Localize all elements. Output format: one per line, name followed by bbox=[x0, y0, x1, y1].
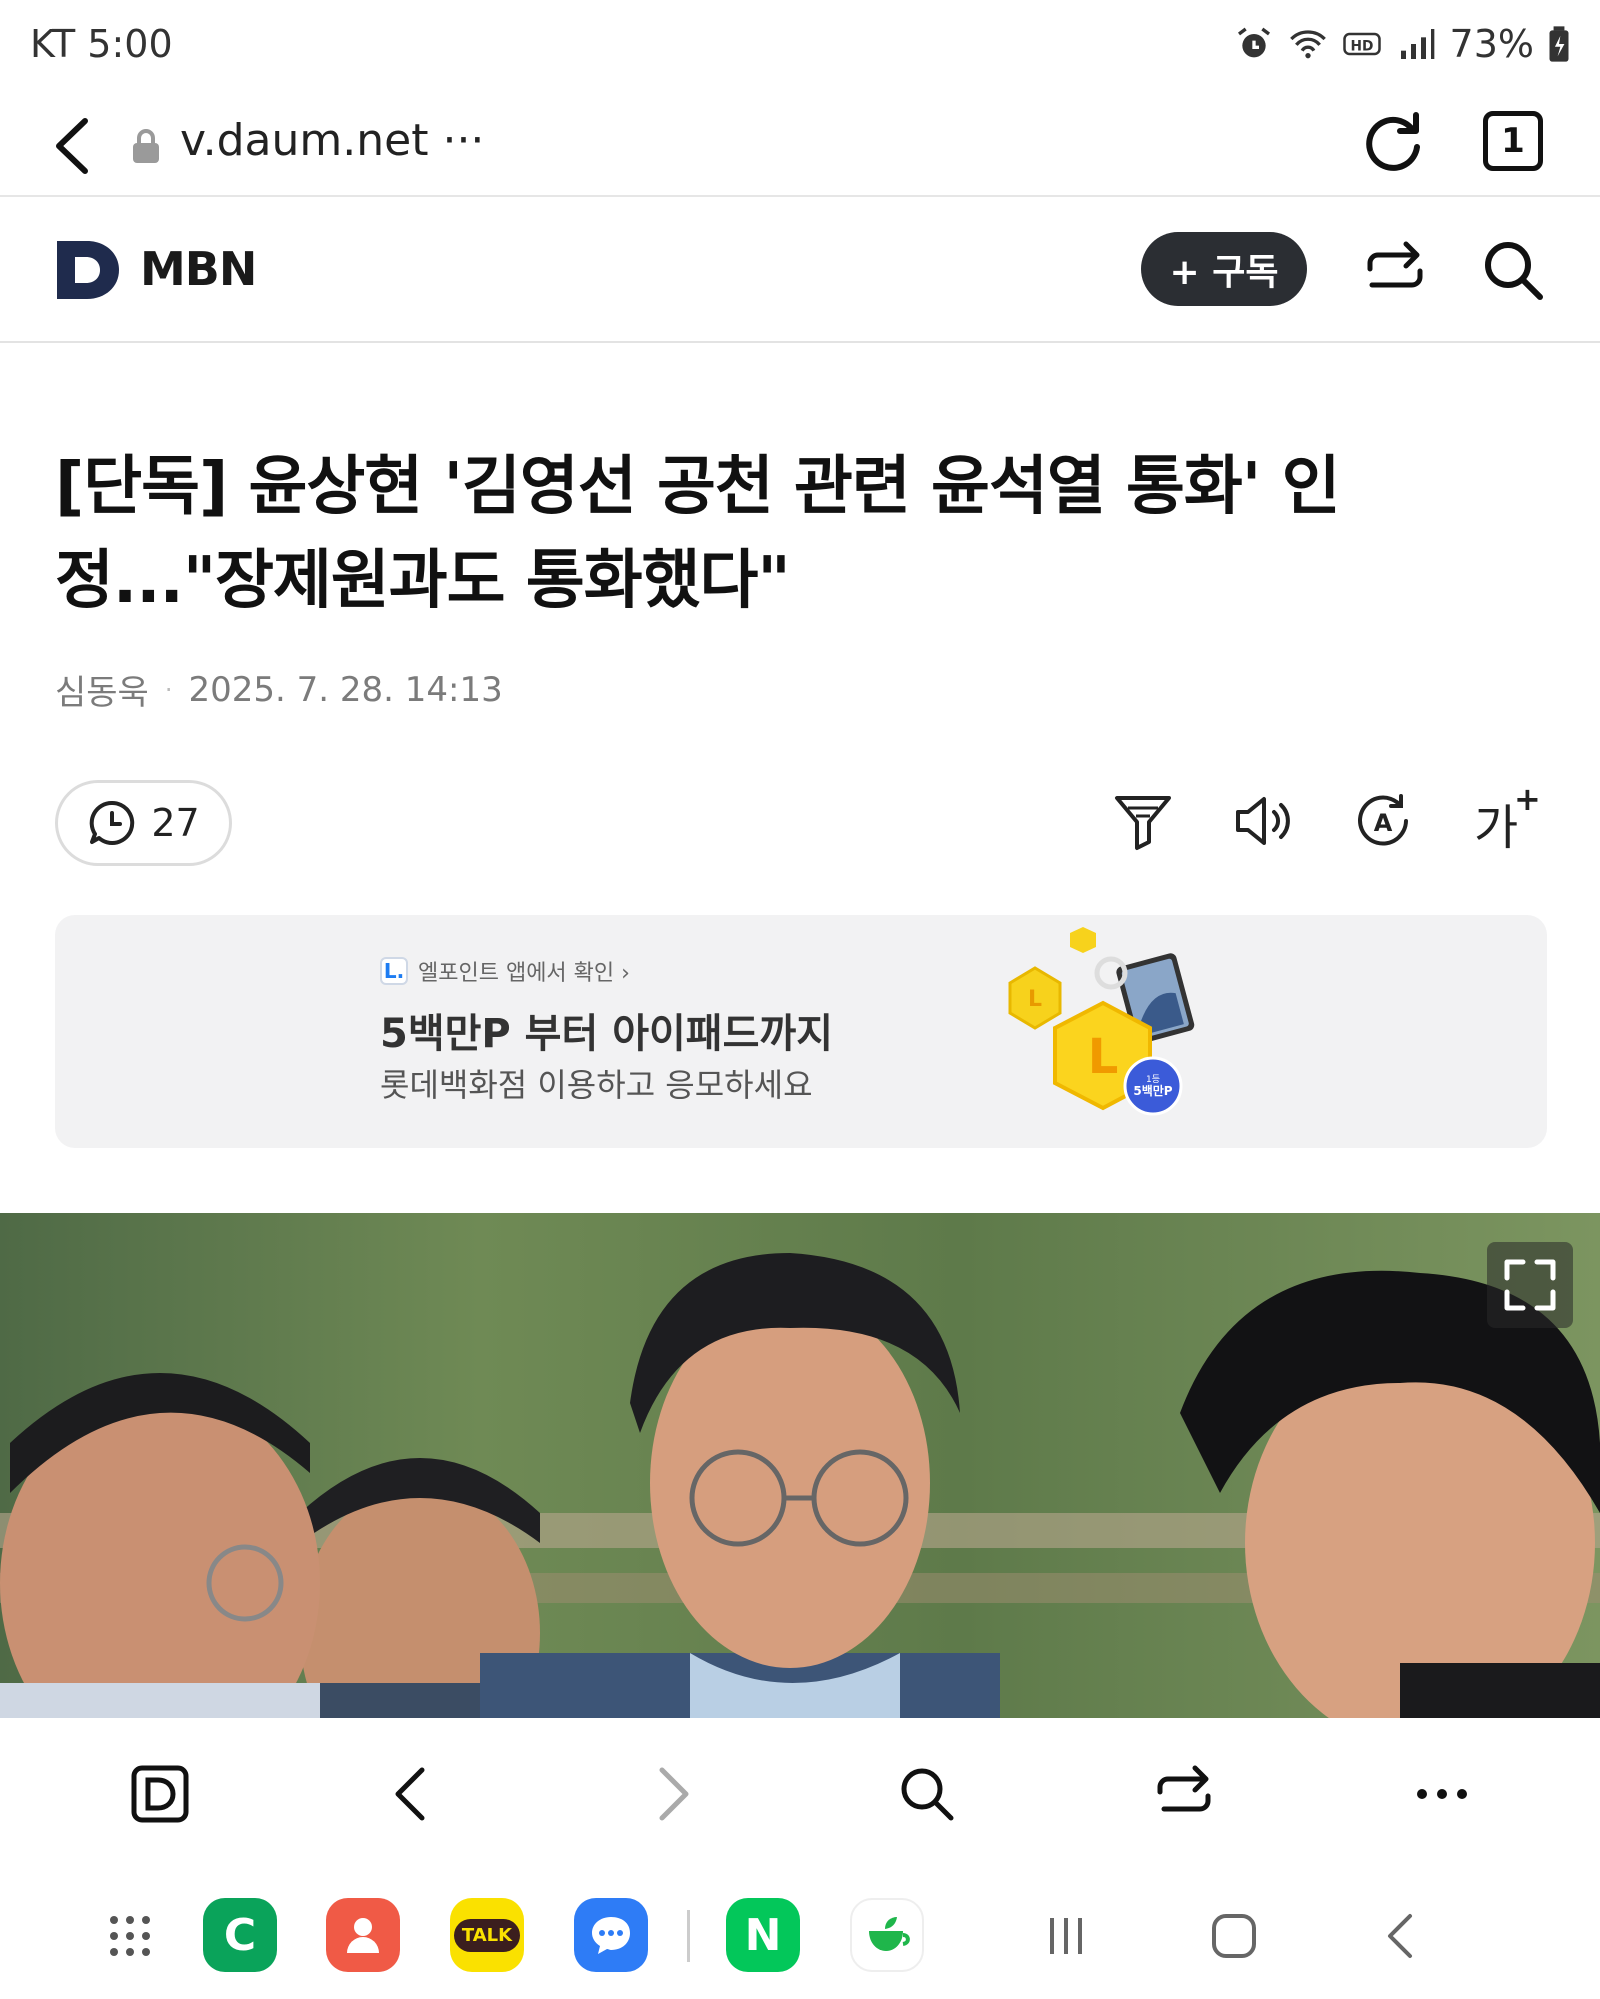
svg-text:A: A bbox=[1374, 809, 1393, 837]
home-icon[interactable] bbox=[1208, 1910, 1260, 1962]
browser-url-bar: v.daum.net ··· 1 bbox=[0, 95, 1600, 197]
status-icons: HD 73% bbox=[1234, 22, 1570, 66]
url-more: ··· bbox=[442, 115, 485, 166]
app-naver-label: N bbox=[744, 1909, 782, 1961]
daum-home-icon[interactable] bbox=[128, 1762, 192, 1826]
carrier: KT bbox=[30, 22, 76, 66]
svg-text:HD: HD bbox=[1350, 38, 1373, 54]
translate-icon[interactable]: A bbox=[1352, 790, 1414, 852]
publish-datetime: 2025. 7. 28. 14:13 bbox=[188, 669, 503, 710]
ad-subtitle: 롯데백화점 이용하고 응모하세요 bbox=[380, 1066, 813, 1104]
headline-line-1: [단독] 윤상현 '김영선 공천 관련 윤석열 통화' 인 bbox=[55, 450, 1340, 524]
app-messages-icon[interactable] bbox=[574, 1898, 648, 1972]
app-drawer-icon[interactable] bbox=[104, 1910, 156, 1962]
app-green-cup-icon[interactable] bbox=[850, 1898, 924, 1972]
app-naver-icon[interactable]: N bbox=[726, 1898, 800, 1972]
back-arrow-icon[interactable] bbox=[45, 113, 105, 179]
system-nav-bar: C TALK N bbox=[0, 1868, 1600, 1999]
comment-icon bbox=[90, 800, 135, 845]
site-header: MBN + 구독 bbox=[0, 197, 1600, 343]
battery-icon bbox=[1549, 26, 1569, 62]
ad-brand: L. 엘포인트 앱에서 확인 › bbox=[380, 955, 630, 987]
search-icon[interactable] bbox=[895, 1762, 959, 1826]
comments-button[interactable]: 27 bbox=[55, 780, 232, 866]
headline-line-2: 정..."장제원과도 통화했다" bbox=[55, 544, 791, 618]
font-size-plus: + bbox=[1514, 780, 1541, 818]
url-text: v.daum.net bbox=[180, 115, 429, 166]
status-bar: KT 5:00 HD 73% bbox=[0, 0, 1600, 95]
speaker-icon[interactable] bbox=[1232, 790, 1294, 852]
search-icon[interactable] bbox=[1480, 237, 1546, 303]
alarm-icon bbox=[1237, 27, 1270, 58]
article-headline: [단독] 윤상현 '김영선 공천 관련 윤석열 통화' 인 정..."장제원과도… bbox=[55, 440, 1555, 628]
svg-text:L: L bbox=[1028, 987, 1042, 1012]
share-icon[interactable] bbox=[1152, 1762, 1216, 1826]
ad-brand-text: 엘포인트 앱에서 확인 › bbox=[418, 961, 630, 986]
font-size-label: 가 bbox=[1474, 800, 1519, 856]
signal-icon bbox=[1400, 29, 1434, 59]
app-contacts-icon[interactable] bbox=[326, 1898, 400, 1972]
more-icon[interactable] bbox=[1410, 1762, 1474, 1826]
article-photo[interactable] bbox=[0, 1213, 1600, 1718]
comment-count: 27 bbox=[151, 801, 200, 845]
battery-percent: 73% bbox=[1449, 22, 1534, 66]
system-back-icon[interactable] bbox=[1376, 1910, 1428, 1962]
press-name[interactable]: MBN bbox=[140, 242, 257, 296]
expand-photo-icon[interactable] bbox=[1487, 1242, 1573, 1328]
back-icon[interactable] bbox=[380, 1762, 444, 1826]
dock-divider bbox=[687, 1910, 690, 1962]
filter-icon[interactable] bbox=[1112, 790, 1174, 852]
wifi-icon bbox=[1289, 30, 1326, 59]
clock: 5:00 bbox=[87, 22, 173, 66]
byline-separator: · bbox=[164, 675, 173, 704]
forward-icon[interactable] bbox=[640, 1762, 704, 1826]
tabs-button[interactable]: 1 bbox=[1483, 111, 1543, 171]
lpoint-logo: L. bbox=[380, 957, 408, 985]
app-kakaotalk-icon[interactable]: TALK bbox=[450, 1898, 524, 1972]
app-kakaotalk-label: TALK bbox=[453, 1918, 521, 1952]
ad-seal-line-2: 5백만P bbox=[1133, 1083, 1172, 1098]
recent-apps-icon[interactable] bbox=[1040, 1910, 1092, 1962]
browser-bottom-bar bbox=[0, 1718, 1600, 1868]
ad-banner[interactable]: L. 엘포인트 앱에서 확인 › 5백만P 부터 아이패드까지 롯데백화점 이용… bbox=[55, 915, 1547, 1148]
lock-icon bbox=[133, 129, 159, 163]
carrier-time: KT 5:00 bbox=[30, 22, 173, 66]
subscribe-button[interactable]: + 구독 bbox=[1141, 232, 1307, 306]
app-green-c-label: C bbox=[223, 1909, 257, 1961]
author[interactable]: 심동욱 bbox=[55, 665, 149, 714]
byline: 심동욱 · 2025. 7. 28. 14:13 bbox=[55, 665, 503, 714]
ad-title: 5백만P 부터 아이패드까지 bbox=[380, 1011, 833, 1057]
hd-icon: HD bbox=[1342, 32, 1381, 56]
reload-icon[interactable] bbox=[1360, 107, 1426, 177]
share-icon[interactable] bbox=[1362, 239, 1428, 301]
daum-logo[interactable] bbox=[55, 239, 121, 301]
app-green-c-icon[interactable]: C bbox=[203, 1898, 277, 1972]
url-field[interactable]: v.daum.net ··· bbox=[180, 115, 484, 166]
svg-text:L: L bbox=[1088, 1029, 1119, 1085]
ad-illustration: L L 1등 5백만P bbox=[1008, 927, 1195, 1116]
